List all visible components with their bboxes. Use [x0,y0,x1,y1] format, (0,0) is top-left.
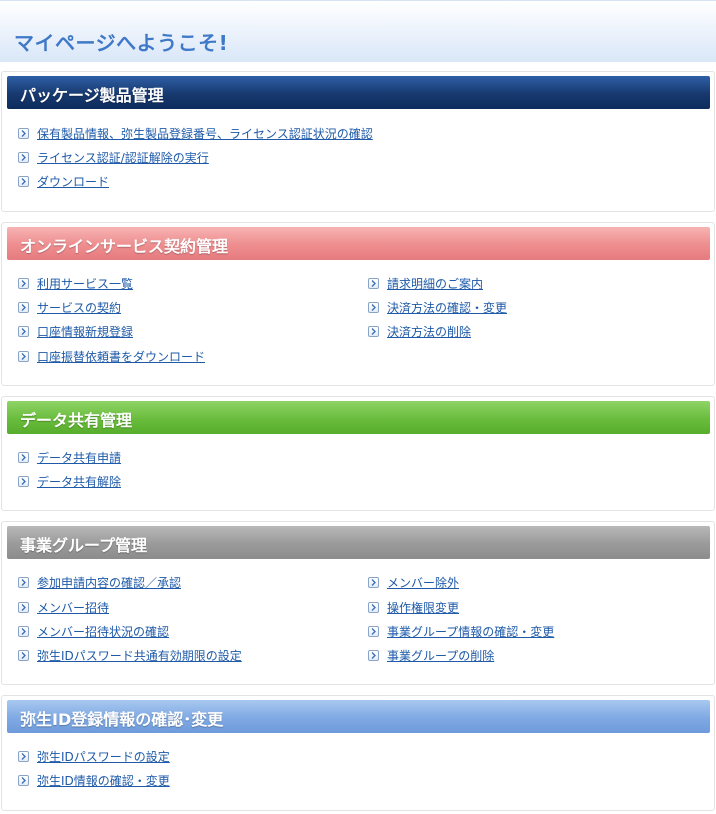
chevron-right-box-icon [368,576,379,588]
chevron-right-box-icon [18,277,29,289]
chevron-right-box-icon [368,649,379,661]
link-billing-details[interactable]: 請求明細のご案内 [368,274,483,292]
link-password-expiry[interactable]: 弥生IDパスワード共通有効期限の設定 [18,646,242,664]
chevron-right-box-icon [368,325,379,337]
link-payment-method-delete[interactable]: 決済方法の削除 [368,322,471,340]
link-label: 事業グループ情報の確認・変更 [387,624,555,639]
link-label: データ共有解除 [37,474,122,489]
chevron-right-box-icon [18,625,29,637]
chevron-right-box-icon [18,151,29,163]
section-title-yayoiid: 弥生ID登録情報の確認･変更 [20,710,224,729]
link-member-remove[interactable]: メンバー除外 [368,573,459,591]
section-header-datashare: データ共有管理 [7,401,710,434]
section-title-group: 事業グループ管理 [20,536,148,555]
link-service-contract[interactable]: サービスの契約 [18,298,121,316]
link-label: メンバー除外 [387,575,460,590]
chevron-right-box-icon [368,277,379,289]
link-payment-method-confirm[interactable]: 決済方法の確認・変更 [368,298,507,316]
link-label: 決済方法の削除 [387,324,472,339]
section-title-datashare: データ共有管理 [20,411,133,430]
link-label: 弥生IDパスワード共通有効期限の設定 [37,648,242,663]
link-account-register[interactable]: 口座情報新規登録 [18,322,133,340]
chevron-right-box-icon [18,750,29,762]
link-id-info[interactable]: 弥生ID情報の確認・変更 [18,771,170,789]
link-label: 口座振替依頼書をダウンロード [37,349,206,364]
link-permission-change[interactable]: 操作権限変更 [368,598,459,616]
section-online: オンラインサービス契約管理 利用サービス一覧 サービスの契約 口座情報新規登録 … [1,222,715,386]
section-package: パッケージ製品管理 保有製品情報、弥生製品登録番号、ライセンス認証状況の確認 ラ… [1,71,715,212]
chevron-right-box-icon [368,601,379,613]
link-product-info[interactable]: 保有製品情報、弥生製品登録番号、ライセンス認証状況の確認 [18,124,373,142]
link-label: サービスの契約 [37,300,122,315]
section-title-online: オンラインサービス契約管理 [20,237,229,256]
link-transfer-form-download[interactable]: 口座振替依頼書をダウンロード [18,347,205,365]
section-title-package: パッケージ製品管理 [20,86,164,105]
link-service-list[interactable]: 利用サービス一覧 [18,274,133,292]
page-title: マイページへようこそ! [14,31,229,55]
link-label: 弥生IDパスワードの設定 [37,749,170,764]
chevron-right-box-icon [18,451,29,463]
chevron-right-box-icon [18,576,29,588]
link-label: 請求明細のご案内 [387,276,484,291]
link-data-share-cancel[interactable]: データ共有解除 [18,472,121,490]
chevron-right-box-icon [18,774,29,786]
link-label: 参加申請内容の確認／承認 [37,575,182,590]
section-yayoiid: 弥生ID登録情報の確認･変更 弥生IDパスワードの設定 弥生ID情報の確認・変更 [1,695,715,811]
link-data-share-apply[interactable]: データ共有申請 [18,448,121,466]
link-join-request-approve[interactable]: 参加申請内容の確認／承認 [18,573,181,591]
link-group-info[interactable]: 事業グループ情報の確認・変更 [368,622,554,640]
link-label: ライセンス認証/認証解除の実行 [37,150,209,165]
section-header-group: 事業グループ管理 [7,526,710,559]
link-label: 口座情報新規登録 [37,324,134,339]
link-license-auth[interactable]: ライセンス認証/認証解除の実行 [18,148,209,166]
link-group-delete[interactable]: 事業グループの削除 [368,646,494,664]
link-member-invite[interactable]: メンバー招待 [18,598,109,616]
link-label: 保有製品情報、弥生製品登録番号、ライセンス認証状況の確認 [37,126,373,141]
chevron-right-box-icon [18,601,29,613]
chevron-right-box-icon [18,127,29,139]
section-header-package: パッケージ製品管理 [7,76,710,109]
link-label: 決済方法の確認・変更 [387,300,508,315]
chevron-right-box-icon [368,625,379,637]
link-label: 事業グループの削除 [387,648,495,663]
chevron-right-box-icon [368,301,379,313]
link-label: 操作権限変更 [387,600,460,615]
link-label: メンバー招待状況の確認 [37,624,170,639]
chevron-right-box-icon [18,325,29,337]
section-datashare: データ共有管理 データ共有申請 データ共有解除 [1,396,715,511]
welcome-banner: マイページへようこそ! [0,0,716,62]
link-label: メンバー招待 [37,600,110,615]
link-label: 利用サービス一覧 [37,276,134,291]
section-header-online: オンラインサービス契約管理 [7,227,710,260]
link-id-password[interactable]: 弥生IDパスワードの設定 [18,747,170,765]
section-header-yayoiid: 弥生ID登録情報の確認･変更 [7,700,710,733]
link-label: ダウンロード [37,174,110,189]
chevron-right-box-icon [18,649,29,661]
chevron-right-box-icon [18,475,29,487]
link-download[interactable]: ダウンロード [18,172,109,190]
link-label: 弥生ID情報の確認・変更 [37,773,170,788]
chevron-right-box-icon [18,175,29,187]
link-invite-status[interactable]: メンバー招待状況の確認 [18,622,169,640]
section-group: 事業グループ管理 参加申請内容の確認／承認 メンバー招待 メンバー招待状況の確認… [1,521,715,685]
link-label: データ共有申請 [37,450,122,465]
chevron-right-box-icon [18,301,29,313]
chevron-right-box-icon [18,350,29,362]
